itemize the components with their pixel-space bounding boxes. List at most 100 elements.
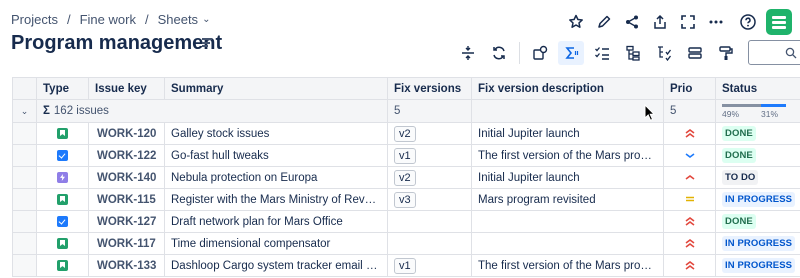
fix-versions-cell[interactable]: v1: [387, 254, 472, 277]
table-row[interactable]: WORK-115 Register with the Mars Ministry …: [12, 188, 800, 211]
table-row[interactable]: WORK-127 Draft network plan for Mars Offi…: [12, 210, 800, 233]
fix-versions-cell[interactable]: v1: [387, 144, 472, 167]
column-header-fix-version-description[interactable]: Fix version description: [471, 77, 664, 100]
fix-versions-cell[interactable]: v2: [387, 166, 472, 189]
summary-cell[interactable]: Time dimensional compensator: [164, 232, 388, 255]
fix-version-lozenge[interactable]: v2: [394, 125, 416, 142]
summary-cell[interactable]: Galley stock issues: [164, 122, 388, 145]
sort-hierarchy-icon[interactable]: [651, 41, 677, 65]
fix-version-description-cell[interactable]: The first version of the Mars program: [471, 254, 664, 277]
table-row[interactable]: WORK-117 Time dimensional compensator IN P…: [12, 232, 800, 255]
fix-version-lozenge[interactable]: v2: [394, 169, 416, 186]
chevron-down-icon[interactable]: ⌄: [14, 106, 36, 117]
status-cell[interactable]: TO DO: [715, 166, 800, 189]
fix-version-lozenge[interactable]: v3: [394, 191, 416, 208]
issue-key-link[interactable]: WORK-127: [88, 210, 165, 233]
issue-key-link[interactable]: WORK-133: [88, 254, 165, 277]
export-icon[interactable]: [646, 9, 674, 35]
priority-cell[interactable]: [663, 232, 716, 255]
status-cell[interactable]: IN PROGRESS: [715, 232, 800, 255]
breadcrumb-sheets[interactable]: Sheets: [158, 12, 198, 27]
fix-version-description-cell[interactable]: The first version of the Mars program: [471, 144, 664, 167]
priority-cell[interactable]: [663, 210, 716, 233]
issue-key-link[interactable]: WORK-140: [88, 166, 165, 189]
status-badge[interactable]: DONE: [722, 214, 756, 229]
column-header-issue-key[interactable]: Issue key: [88, 77, 165, 100]
status-badge[interactable]: IN PROGRESS: [722, 258, 796, 273]
summary-cell[interactable]: Register with the Mars Ministry of Reven…: [164, 188, 388, 211]
chevron-down-icon[interactable]: ⌄: [202, 14, 210, 25]
issue-key-link[interactable]: WORK-122: [88, 144, 165, 167]
breadcrumb-projects[interactable]: Projects: [11, 12, 58, 27]
fix-versions-cell[interactable]: [387, 232, 472, 255]
row-gutter[interactable]: [12, 122, 37, 145]
summary-cell[interactable]: Go-fast hull tweaks: [164, 144, 388, 167]
status-badge[interactable]: IN PROGRESS: [722, 192, 796, 207]
help-icon[interactable]: [734, 9, 762, 35]
table-row[interactable]: WORK-140 Nebula protection on Europa v2 Ini…: [12, 166, 800, 189]
priority-cell[interactable]: [663, 188, 716, 211]
share-icon[interactable]: [618, 9, 646, 35]
status-badge[interactable]: IN PROGRESS: [722, 236, 796, 251]
fix-version-description-cell[interactable]: [471, 232, 664, 255]
summary-cell[interactable]: Dashloop Cargo system tracker email setu…: [164, 254, 388, 277]
summary-cell[interactable]: Draft network plan for Mars Office: [164, 210, 388, 233]
search-input[interactable]: [748, 40, 800, 65]
status-cell[interactable]: DONE: [715, 210, 800, 233]
priority-cell[interactable]: [663, 122, 716, 145]
refresh-icon[interactable]: [486, 41, 512, 65]
fix-version-description-cell[interactable]: Initial Jupiter launch: [471, 166, 664, 189]
column-header-prio[interactable]: Prio: [663, 77, 716, 100]
status-badge[interactable]: TO DO: [722, 170, 759, 185]
fix-versions-cell[interactable]: v2: [387, 122, 472, 145]
row-gutter[interactable]: [12, 144, 37, 167]
fix-version-description-cell[interactable]: [471, 210, 664, 233]
format-painter-icon[interactable]: [713, 41, 739, 65]
table-row[interactable]: WORK-120 Galley stock issues v2 Initial Jup…: [12, 122, 800, 145]
group-icon[interactable]: [682, 41, 708, 65]
fix-version-description-cell[interactable]: Mars program revisited: [471, 188, 664, 211]
issue-key-link[interactable]: WORK-115: [88, 188, 165, 211]
fix-versions-cell[interactable]: [387, 210, 472, 233]
status-cell[interactable]: IN PROGRESS: [715, 254, 800, 277]
fix-version-lozenge[interactable]: v1: [394, 147, 416, 164]
column-header-status[interactable]: Status: [715, 77, 800, 100]
app-logo[interactable]: [766, 9, 792, 35]
priority-cell[interactable]: [663, 166, 716, 189]
status-cell[interactable]: IN PROGRESS: [715, 188, 800, 211]
sheet-menu-icon[interactable]: [202, 38, 212, 47]
table-row[interactable]: WORK-122 Go-fast hull tweaks v1 The first v…: [12, 144, 800, 167]
row-gutter[interactable]: [12, 210, 37, 233]
fix-version-description-cell[interactable]: Initial Jupiter launch: [471, 122, 664, 145]
star-icon[interactable]: [562, 9, 590, 35]
fix-versions-cell[interactable]: v3: [387, 188, 472, 211]
sum-icon[interactable]: [558, 40, 584, 65]
status-badge[interactable]: DONE: [722, 126, 756, 141]
table-row[interactable]: WORK-133 Dashloop Cargo system tracker em…: [12, 254, 800, 277]
fullscreen-icon[interactable]: [674, 9, 702, 35]
edit-icon[interactable]: [590, 9, 618, 35]
hierarchy-icon[interactable]: [620, 41, 646, 65]
row-gutter[interactable]: [12, 254, 37, 277]
row-gutter[interactable]: [12, 232, 37, 255]
view-settings-icon[interactable]: [527, 41, 553, 65]
collapse-toggle[interactable]: ⌄: [12, 99, 37, 123]
status-cell[interactable]: DONE: [715, 122, 800, 145]
column-header-type[interactable]: Type: [36, 77, 89, 100]
column-header-summary[interactable]: Summary: [164, 77, 388, 100]
row-gutter[interactable]: [12, 166, 37, 189]
issue-key-link[interactable]: WORK-117: [88, 232, 165, 255]
row-gutter[interactable]: [12, 188, 37, 211]
fix-version-lozenge[interactable]: v1: [394, 257, 416, 274]
priority-cell[interactable]: [663, 144, 716, 167]
checklist-icon[interactable]: [589, 41, 615, 65]
breadcrumb-fine-work[interactable]: Fine work: [80, 12, 136, 27]
more-icon[interactable]: [702, 9, 730, 35]
row-height-icon[interactable]: [455, 41, 481, 65]
status-cell[interactable]: DONE: [715, 144, 800, 167]
issue-key-link[interactable]: WORK-120: [88, 122, 165, 145]
summary-cell[interactable]: Nebula protection on Europa: [164, 166, 388, 189]
status-badge[interactable]: DONE: [722, 148, 756, 163]
column-header-fix-versions[interactable]: Fix versions: [387, 77, 472, 100]
priority-cell[interactable]: [663, 254, 716, 277]
